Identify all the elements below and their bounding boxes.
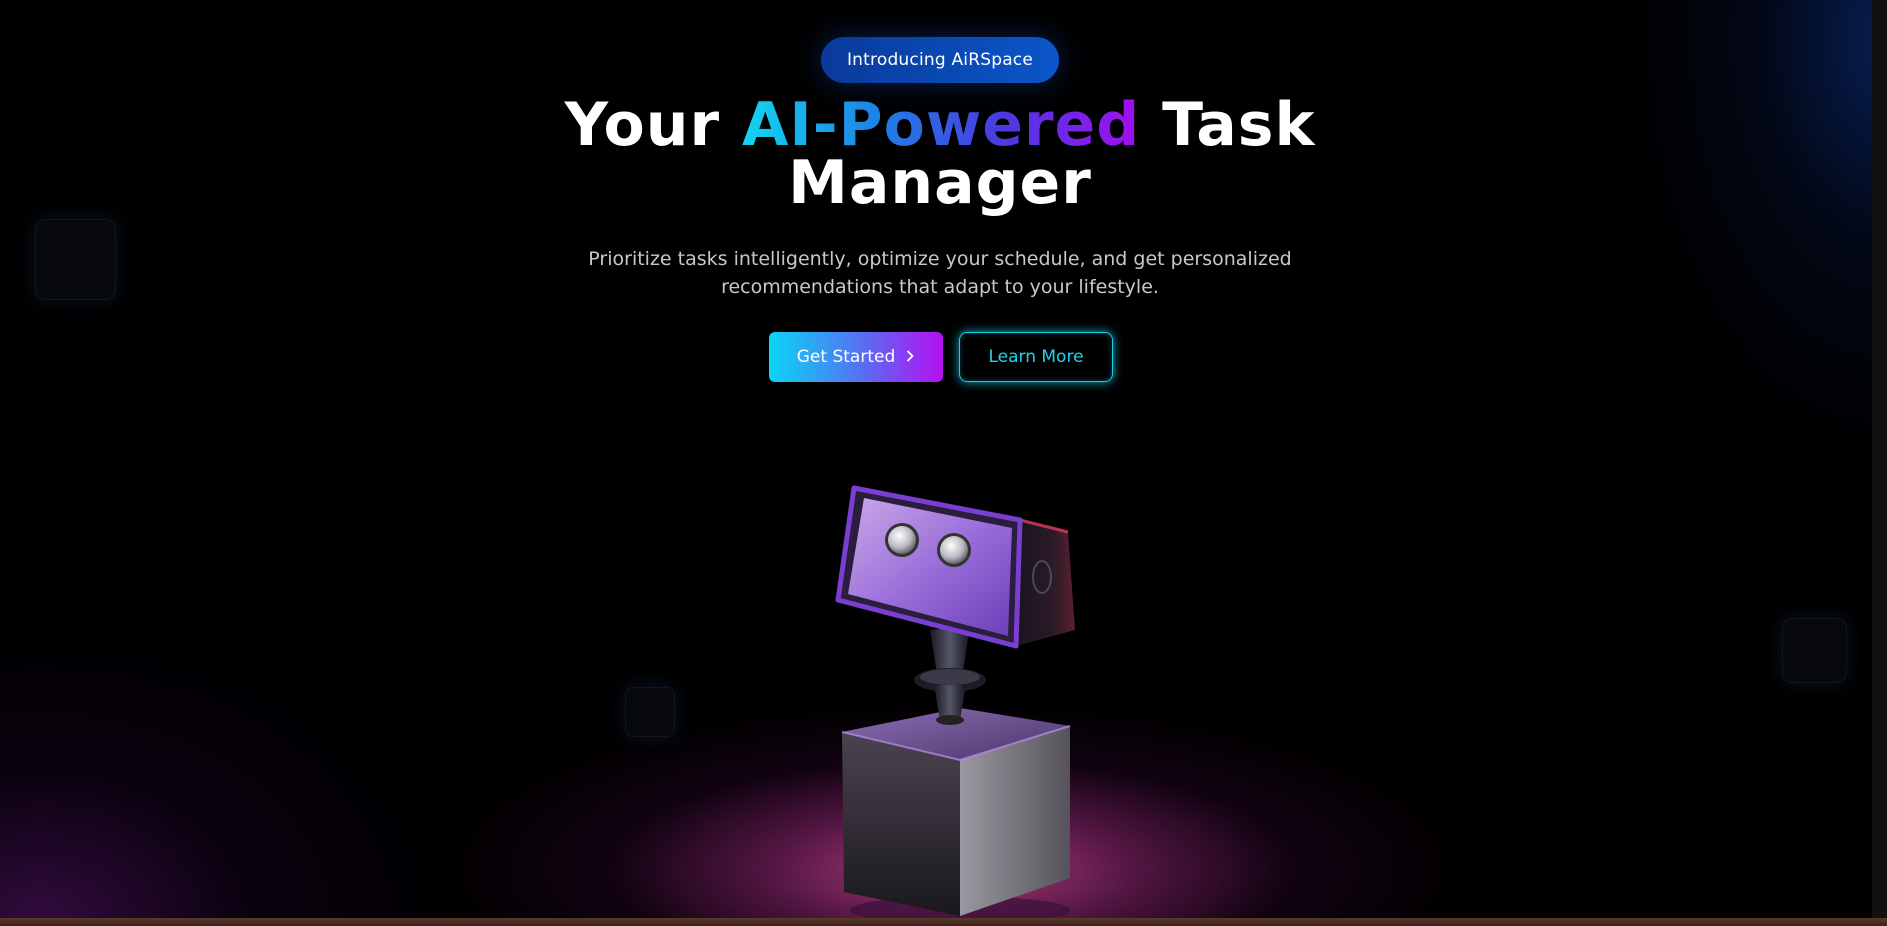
floating-square-center xyxy=(625,687,675,737)
intro-badge: Introducing AiRSpace xyxy=(821,37,1059,83)
floating-square-left xyxy=(35,219,116,300)
get-started-label: Get Started xyxy=(796,347,896,367)
bottom-edge xyxy=(0,918,1887,926)
side-panel-edge xyxy=(1872,0,1887,926)
hero-headline: Your AI-Powered Task Manager xyxy=(440,95,1440,213)
get-started-button[interactable]: Get Started xyxy=(769,332,943,382)
chevron-right-icon xyxy=(905,347,915,367)
hero-subtitle: Prioritize tasks intelligently, optimize… xyxy=(588,248,1292,298)
headline-part-1: Your xyxy=(564,90,742,160)
learn-more-button[interactable]: Learn More xyxy=(959,332,1113,382)
hero-section: Introducing AiRSpace Your AI-Powered Tas… xyxy=(0,0,1887,926)
robot-illustration xyxy=(820,480,1100,926)
floating-square-right xyxy=(1782,618,1847,683)
